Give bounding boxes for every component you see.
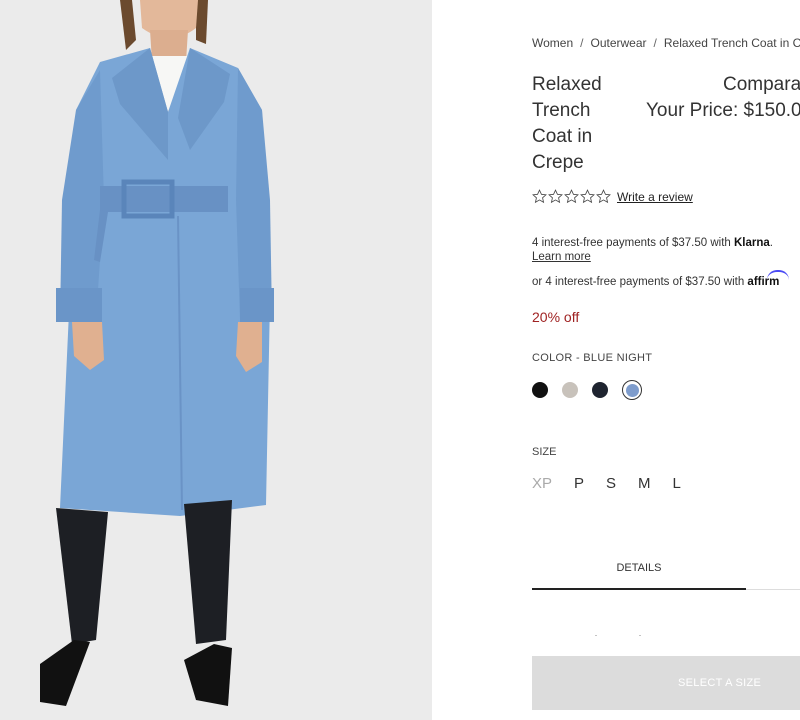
clipped-text-fragment [595, 635, 641, 636]
size-option-l[interactable]: L [673, 475, 681, 492]
klarna-installments: 4 interest-free payments of $37.50 with … [532, 236, 773, 264]
product-title: Relaxed Trench Coat in Crepe [532, 74, 602, 173]
product-info-panel: Women / Outerwear / Relaxed Trench Coat … [432, 0, 800, 720]
price-block: Compara Your Price: $150.0 [646, 72, 800, 124]
klarna-learn-more-link[interactable]: Learn more [532, 250, 773, 264]
size-options: XP P S M L [532, 475, 703, 492]
product-photo[interactable] [0, 0, 432, 720]
star-empty-icon [532, 189, 547, 204]
color-swatch-navy[interactable] [592, 382, 608, 398]
color-swatch-stone[interactable] [562, 382, 578, 398]
color-label: COLOR - BLUE NIGHT [532, 352, 653, 364]
klarna-text: 4 interest-free payments of $37.50 with [532, 237, 734, 249]
breadcrumb-link-outerwear[interactable]: Outerwear [590, 36, 646, 50]
color-swatch-blue-night-selected[interactable] [622, 380, 642, 400]
color-swatch-black[interactable] [532, 382, 548, 398]
size-option-s[interactable]: S [606, 475, 616, 492]
breadcrumb-separator: / [653, 36, 657, 50]
klarna-suffix: . [769, 237, 773, 249]
details-content-peek [536, 626, 696, 636]
detail-tabs: DETAILS [532, 562, 800, 590]
write-review-link[interactable]: Write a review [617, 190, 693, 204]
size-option-m[interactable]: M [638, 475, 651, 492]
select-size-button[interactable]: SELECT A SIZE [532, 656, 800, 710]
rating-row: Write a review [532, 189, 693, 204]
size-option-xp[interactable]: XP [532, 475, 552, 492]
klarna-logo: Klarna [734, 237, 770, 249]
affirm-logo[interactable]: affirm [747, 270, 790, 288]
affirm-arc-icon [767, 270, 790, 280]
your-price: Your Price: $150.0 [646, 100, 800, 121]
star-empty-icon [564, 189, 579, 204]
discount-badge: 20% off [532, 309, 580, 325]
star-rating[interactable] [532, 189, 611, 204]
tab-details[interactable]: DETAILS [532, 562, 746, 590]
size-label: SIZE [532, 446, 557, 458]
size-option-p[interactable]: P [574, 475, 584, 492]
breadcrumb: Women / Outerwear / Relaxed Trench Coat … [532, 36, 800, 50]
breadcrumb-separator: / [580, 36, 584, 50]
breadcrumb-current: Relaxed Trench Coat in C [663, 36, 800, 50]
star-empty-icon [580, 189, 595, 204]
star-empty-icon [548, 189, 563, 204]
star-empty-icon [596, 189, 611, 204]
color-swatches [532, 380, 642, 400]
model-wearing-trench-coat [0, 0, 432, 720]
breadcrumb-link-women[interactable]: Women [532, 36, 573, 50]
color-swatch-fill [625, 383, 639, 397]
compare-price-label: Compara [723, 74, 800, 95]
affirm-text: or 4 interest-free payments of $37.50 wi… [532, 276, 748, 288]
affirm-installments: or 4 interest-free payments of $37.50 wi… [532, 270, 790, 288]
